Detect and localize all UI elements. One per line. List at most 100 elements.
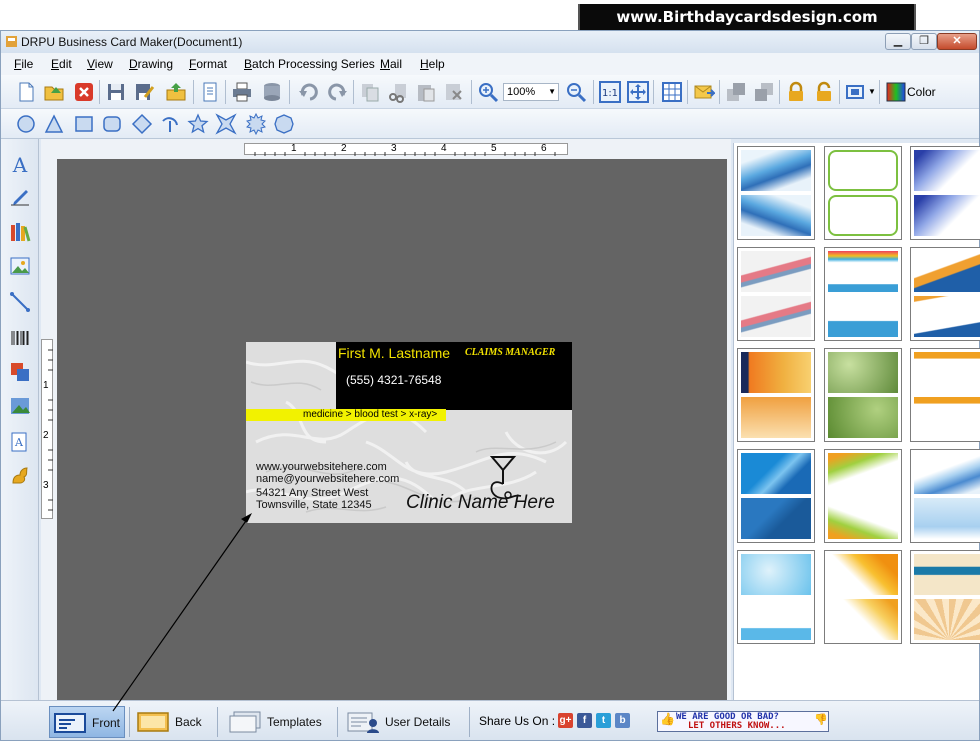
template-thumbnail[interactable] bbox=[910, 449, 980, 543]
card-clinic-text[interactable]: Clinic Name Here bbox=[406, 492, 555, 514]
feedback-button[interactable]: 👍 WE ARE GOOD OR BAD? LET OTHERS KNOW...… bbox=[657, 711, 829, 732]
polygon-tool-icon[interactable] bbox=[273, 113, 295, 135]
template-thumbnail[interactable] bbox=[737, 449, 815, 543]
card-phone-text[interactable]: (555) 4321-76548 bbox=[346, 373, 441, 387]
star-tool-icon[interactable] bbox=[187, 113, 209, 135]
page-properties-icon[interactable] bbox=[199, 81, 221, 103]
signature-tool-icon[interactable] bbox=[9, 187, 31, 209]
facebook-icon[interactable]: f bbox=[577, 713, 592, 728]
ellipse-tool-icon[interactable] bbox=[15, 113, 37, 135]
google-plus-icon[interactable]: g+ bbox=[558, 713, 573, 728]
template-thumbnail[interactable] bbox=[824, 449, 902, 543]
tab-front[interactable]: Front bbox=[49, 706, 125, 738]
layers-tool-icon[interactable] bbox=[9, 361, 31, 383]
card-contact-block[interactable]: www.yourwebsitehere.com name@yourwebsite… bbox=[256, 461, 399, 511]
burst-tool-icon[interactable] bbox=[245, 113, 267, 135]
barcode-tool-icon[interactable] bbox=[9, 327, 31, 349]
diamond-tool-icon[interactable] bbox=[131, 113, 153, 135]
tab-back[interactable]: Back bbox=[133, 706, 213, 738]
template-thumbnail[interactable] bbox=[910, 247, 980, 341]
close-button[interactable]: ✕ bbox=[937, 33, 977, 50]
print-icon[interactable] bbox=[231, 81, 253, 103]
bring-forward-icon[interactable] bbox=[725, 81, 747, 103]
database-icon[interactable] bbox=[261, 81, 283, 103]
twitter-icon[interactable]: t bbox=[596, 713, 611, 728]
template-thumbnail[interactable] bbox=[737, 348, 815, 442]
shapes-tool-icon[interactable] bbox=[9, 465, 31, 487]
zoom-out-icon[interactable] bbox=[565, 81, 587, 103]
align-icon[interactable] bbox=[845, 81, 867, 103]
arc-tool-icon[interactable] bbox=[159, 113, 181, 135]
color-picker-icon[interactable] bbox=[885, 81, 907, 103]
template-thumbnail[interactable] bbox=[910, 146, 980, 240]
card-role-text[interactable]: CLAIMS MANAGER bbox=[465, 347, 555, 358]
save-icon[interactable] bbox=[105, 81, 127, 103]
paste-icon[interactable] bbox=[415, 81, 437, 103]
text-tool-icon[interactable]: A bbox=[9, 153, 31, 175]
menu-batch-processing[interactable]: Batch Processing Series bbox=[244, 57, 375, 71]
template-thumbnail[interactable] bbox=[910, 348, 980, 442]
send-mail-icon[interactable] bbox=[693, 81, 715, 103]
horizontal-ruler: 1 2 3 4 5 6 bbox=[244, 143, 568, 156]
thumbs-down-icon: 👎 bbox=[814, 713, 828, 726]
card-street-text: 54321 Any Street West bbox=[256, 487, 369, 499]
templates-icon bbox=[229, 711, 261, 733]
menu-drawing[interactable]: Drawing bbox=[129, 57, 173, 71]
zoom-dropdown[interactable]: 100% ▼ bbox=[503, 83, 559, 101]
unlock-icon[interactable] bbox=[813, 81, 835, 103]
template-thumbnail[interactable] bbox=[824, 247, 902, 341]
tab-user-details[interactable]: User Details bbox=[343, 706, 463, 738]
menu-format[interactable]: Format bbox=[189, 57, 227, 71]
chevron-down-icon[interactable]: ▼ bbox=[868, 87, 876, 96]
new-icon[interactable] bbox=[15, 81, 37, 103]
template-thumbnail[interactable] bbox=[824, 146, 902, 240]
card-tagline-text[interactable]: medicine > blood test > x-ray> bbox=[303, 409, 437, 421]
four-point-star-tool-icon[interactable] bbox=[215, 113, 237, 135]
svg-text:A: A bbox=[12, 153, 28, 175]
ruler-tick-label: 6 bbox=[541, 143, 547, 154]
save-as-icon[interactable] bbox=[133, 81, 155, 103]
export-icon[interactable] bbox=[165, 81, 187, 103]
send-backward-icon[interactable] bbox=[753, 81, 775, 103]
menu-help[interactable]: Help bbox=[420, 57, 445, 71]
cut-icon[interactable] bbox=[387, 81, 409, 103]
menu-file[interactable]: File bbox=[14, 57, 33, 71]
background-tool-icon[interactable] bbox=[9, 395, 31, 417]
template-thumbnail[interactable] bbox=[737, 550, 815, 644]
redo-icon[interactable] bbox=[327, 81, 349, 103]
template-thumbnail[interactable] bbox=[737, 146, 815, 240]
copy-icon[interactable] bbox=[359, 81, 381, 103]
actual-size-icon[interactable]: 1:1 bbox=[599, 81, 621, 103]
ruler-tick-label: 1 bbox=[43, 380, 49, 391]
zoom-in-icon[interactable] bbox=[477, 81, 499, 103]
fit-to-window-icon[interactable] bbox=[627, 81, 649, 103]
menu-view[interactable]: View bbox=[87, 57, 113, 71]
business-card[interactable]: First M. Lastname CLAIMS MANAGER (555) 4… bbox=[246, 342, 572, 523]
close-document-icon[interactable] bbox=[73, 81, 95, 103]
blogger-icon[interactable]: b bbox=[615, 713, 630, 728]
grid-icon[interactable] bbox=[661, 81, 683, 103]
undo-icon[interactable] bbox=[297, 81, 319, 103]
rectangle-tool-icon[interactable] bbox=[73, 113, 95, 135]
template-thumbnail[interactable] bbox=[824, 348, 902, 442]
image-tool-icon[interactable] bbox=[9, 255, 31, 277]
open-icon[interactable] bbox=[43, 81, 65, 103]
menu-mail[interactable]: Mail bbox=[380, 57, 402, 71]
tab-templates[interactable]: Templates bbox=[225, 706, 333, 738]
template-thumbnail[interactable] bbox=[824, 550, 902, 644]
user-details-icon bbox=[347, 712, 379, 733]
lock-icon[interactable] bbox=[785, 81, 807, 103]
menu-edit[interactable]: Edit bbox=[51, 57, 72, 71]
watermark-tool-icon[interactable]: A bbox=[9, 431, 31, 453]
template-thumbnail[interactable] bbox=[737, 247, 815, 341]
line-tool-icon[interactable] bbox=[9, 291, 31, 313]
triangle-tool-icon[interactable] bbox=[43, 113, 65, 135]
template-thumbnail[interactable] bbox=[910, 550, 980, 644]
library-tool-icon[interactable] bbox=[9, 221, 31, 243]
restore-button[interactable]: ❐ bbox=[911, 33, 937, 50]
card-name-text[interactable]: First M. Lastname bbox=[338, 345, 450, 361]
color-label[interactable]: Color bbox=[907, 85, 936, 99]
rounded-rectangle-tool-icon[interactable] bbox=[101, 113, 123, 135]
minimize-button[interactable]: ▁ bbox=[885, 33, 911, 50]
delete-icon[interactable] bbox=[443, 81, 465, 103]
